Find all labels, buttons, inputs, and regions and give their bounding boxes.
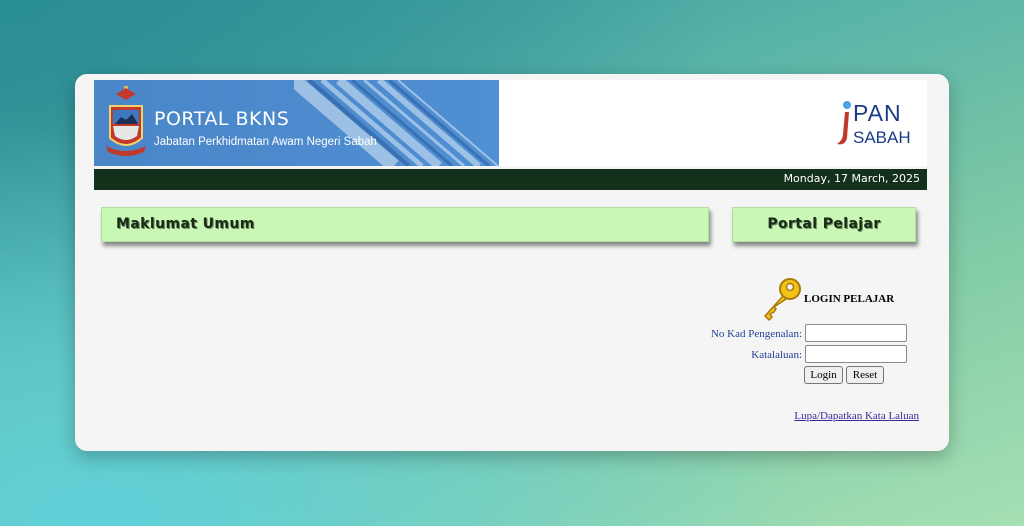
portal-pelajar-panel: Portal Pelajar [732, 207, 916, 242]
password-input[interactable] [805, 345, 907, 363]
ic-number-label: No Kad Pengenalan: [710, 328, 802, 340]
jpan-sabah-logo: PAN SABAH [833, 100, 919, 150]
reset-button[interactable]: Reset [846, 366, 884, 384]
portal-title: PORTAL BKNS [154, 108, 290, 130]
portal-banner: PORTAL BKNS Jabatan Perkhidmatan Awam Ne… [94, 80, 927, 166]
maklumat-umum-title: Maklumat Umum [116, 216, 255, 232]
banner-blue-area: PORTAL BKNS Jabatan Perkhidmatan Awam Ne… [94, 80, 499, 166]
login-title: LOGIN PELAJAR [804, 293, 895, 305]
password-label: Katalaluan: [751, 349, 802, 361]
date-bar: Monday, 17 March, 2025 [94, 169, 927, 190]
key-icon [763, 278, 801, 322]
ic-number-input[interactable] [805, 324, 907, 342]
portal-pelajar-title: Portal Pelajar [767, 216, 881, 232]
jpan-logo-bottom: SABAH [853, 128, 911, 147]
maklumat-umum-panel: Maklumat Umum [101, 207, 709, 242]
login-button[interactable]: Login [804, 366, 843, 384]
jpan-swoosh-icon [837, 101, 851, 145]
forgot-password-link[interactable]: Lupa/Dapatkan Kata Laluan [794, 410, 919, 422]
portal-subtitle: Jabatan Perkhidmatan Awam Negeri Sabah [154, 136, 377, 148]
sabah-crest-icon [106, 86, 146, 156]
jpan-logo-top: PAN [853, 100, 902, 126]
browser-window: PORTAL BKNS Jabatan Perkhidmatan Awam Ne… [75, 74, 949, 451]
banner-stripes [294, 80, 499, 166]
current-date: Monday, 17 March, 2025 [783, 172, 920, 185]
